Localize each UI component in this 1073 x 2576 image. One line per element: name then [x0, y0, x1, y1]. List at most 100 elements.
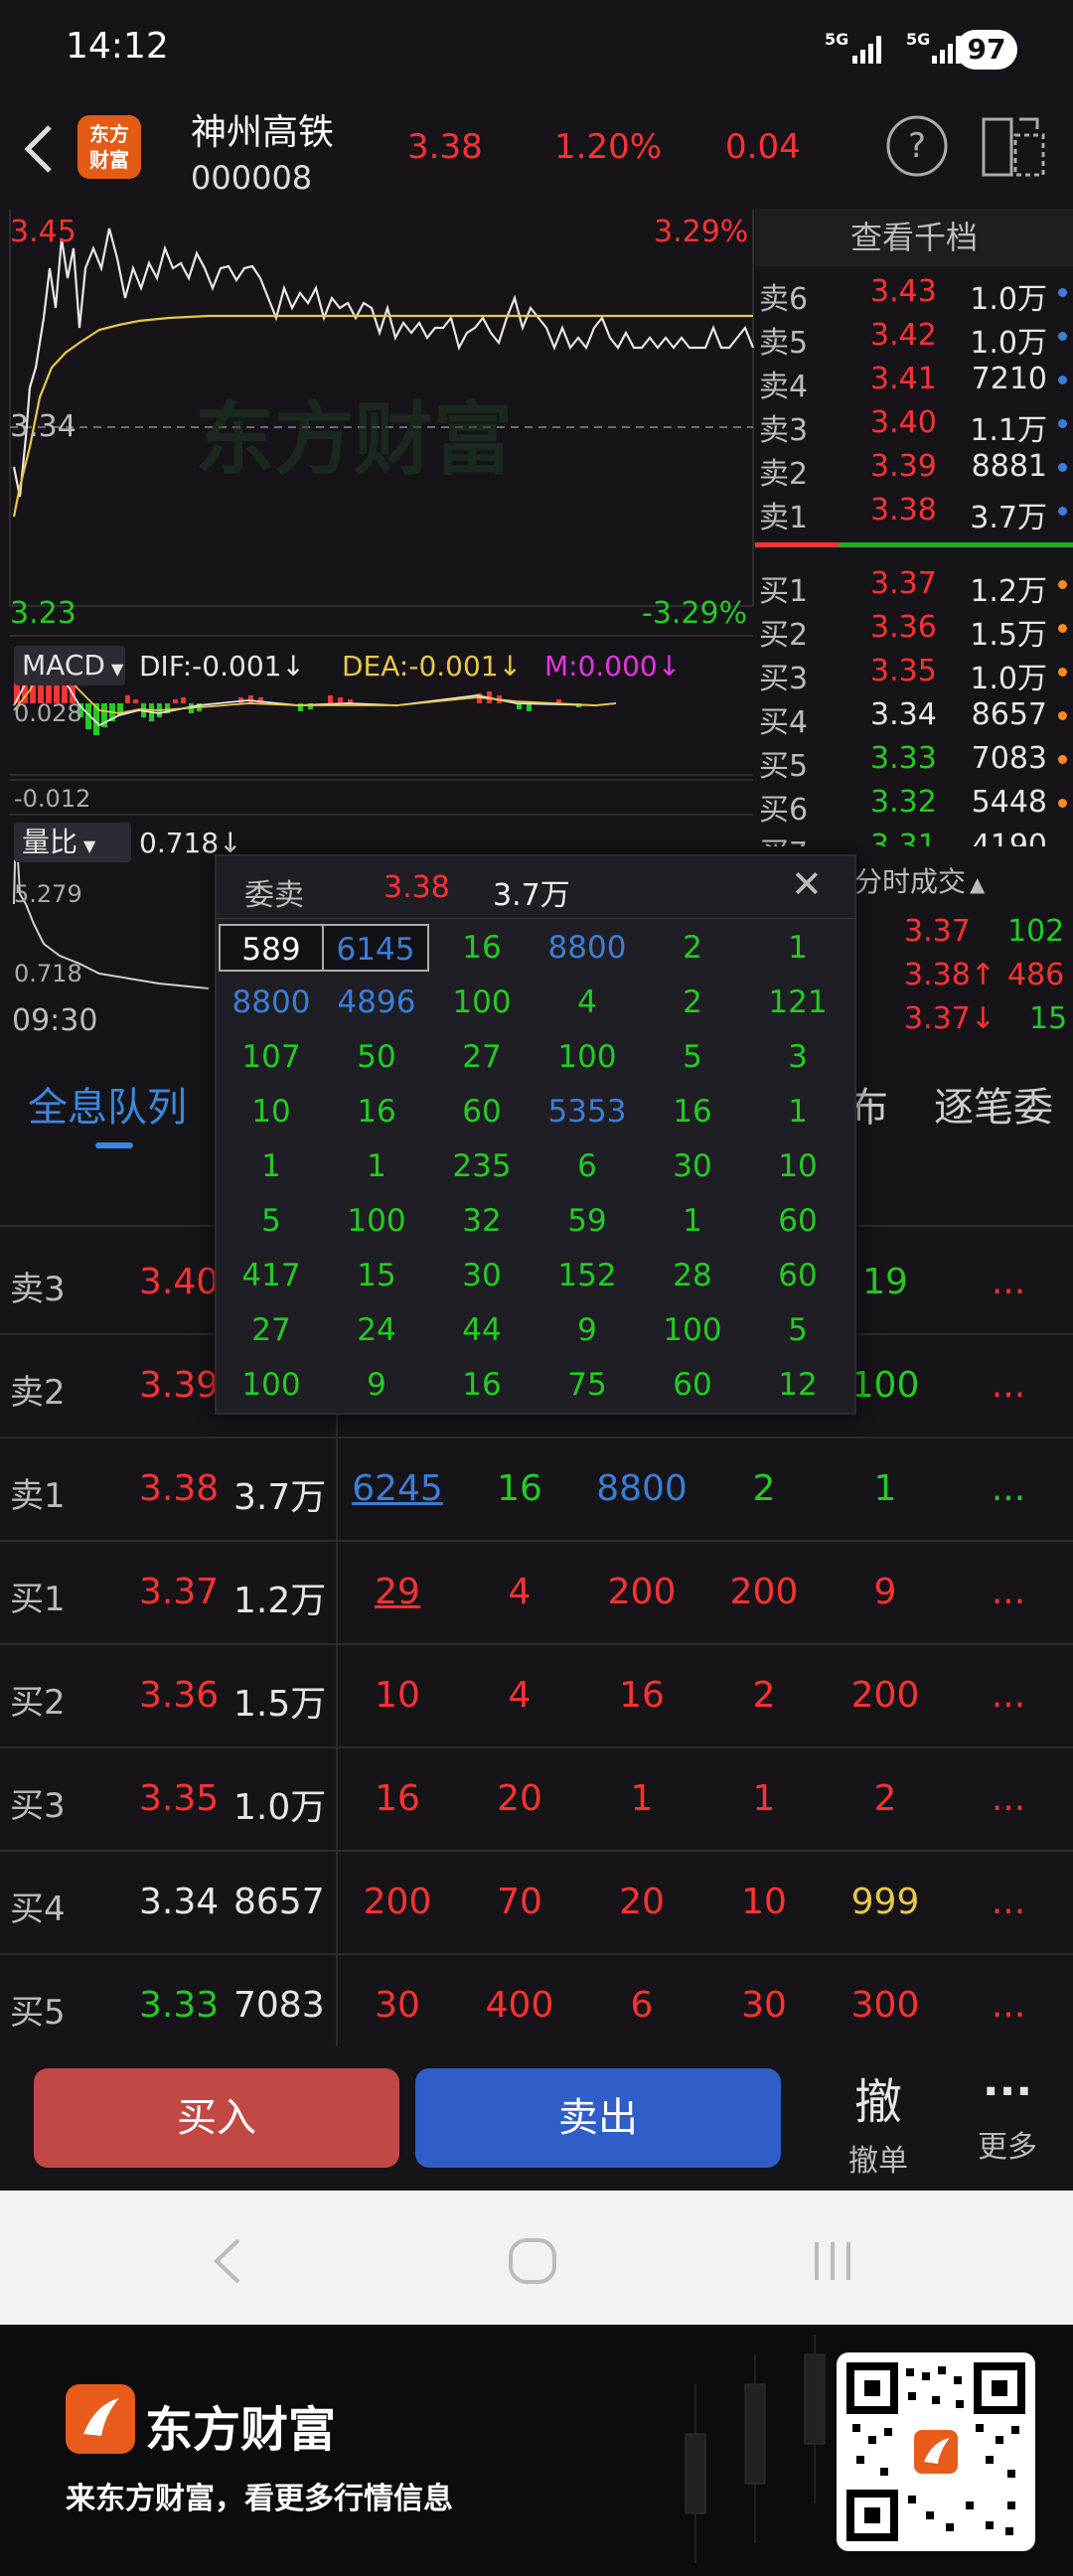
table-row[interactable]: 买4 3.34 8657 200 70 20 10 999 ... — [0, 1852, 1073, 1955]
popup-cell: 1 — [367, 1148, 386, 1184]
macd-bottom-value: -0.012 — [14, 785, 91, 813]
popup-cell: 3 — [788, 1039, 808, 1075]
dropdown-icon: ▼ — [83, 836, 96, 855]
bid-row[interactable]: 买1 3.37 1.2万 — [755, 562, 1073, 609]
popup-cell: 28 — [673, 1258, 712, 1293]
popup-cell: 5 — [683, 1039, 702, 1075]
tab-full-queue[interactable]: 全息队列 — [28, 1075, 187, 1133]
bid-row[interactable]: 买2 3.36 1.5万 — [755, 606, 1073, 653]
tick-vol: 15 — [1029, 1001, 1068, 1036]
stock-price: 3.38 — [407, 127, 483, 167]
popup-cell: 4 — [577, 985, 597, 1020]
cancel-label: 撤单 — [848, 2144, 908, 2179]
popup-cell: 1 — [683, 1203, 702, 1239]
tab-order-by-order[interactable]: 逐笔委 — [934, 1075, 1053, 1133]
more-button[interactable]: ··· 更多 — [952, 2062, 1063, 2182]
stock-code: 000008 — [191, 159, 313, 197]
stock-change-pct: 1.20% — [554, 127, 663, 167]
popup-cell: 152 — [557, 1258, 617, 1293]
volratio-selector[interactable]: 量比 ▼ — [14, 823, 131, 862]
bid-row[interactable]: 买6 3.32 5448 — [755, 781, 1073, 828]
bid-row[interactable]: 买73.314190 — [755, 825, 1073, 846]
table-row[interactable]: 买1 3.37 1.2万 29 4 200 200 9 ... — [0, 1542, 1073, 1645]
blue-dot-icon — [1058, 332, 1067, 341]
popup-title: 委卖 — [244, 878, 304, 913]
caret-up-icon: ▲ — [970, 872, 986, 896]
orange-dot-icon — [1058, 668, 1067, 677]
popup-cell: 10 — [778, 1148, 818, 1184]
chart-watermark: 东方财富 — [195, 393, 513, 486]
popup-cell: 107 — [241, 1039, 301, 1075]
tab-indicator — [95, 1142, 133, 1148]
ratio-bar-red — [755, 542, 839, 547]
popup-grid: 589 6145 16 8800 2 1 8800 4896 100 4 2 121 107 50 27 10… — [217, 922, 856, 1409]
ask-row[interactable]: 卖5 3.42 1.0万 — [755, 314, 1073, 361]
table-row[interactable]: 买3 3.35 1.0万 16 20 1 1 2 ... — [0, 1748, 1073, 1852]
blue-dot-icon — [1058, 419, 1067, 428]
popup-cell: 6145 — [324, 924, 429, 972]
popup-cell: 100 — [241, 1367, 301, 1403]
ask-row[interactable]: 卖6 3.43 1.0万 — [755, 270, 1073, 317]
nav-back-icon[interactable] — [209, 2234, 248, 2288]
popup-cell: 59 — [567, 1203, 607, 1239]
popup-cell: 15 — [357, 1258, 396, 1293]
ask-row[interactable]: 卖4 3.41 7210 — [755, 358, 1073, 404]
chart-low-price: 3.23 — [10, 596, 77, 631]
popup-cell: 2 — [683, 985, 702, 1020]
ask-row[interactable]: 卖1 3.38 3.7万 — [755, 489, 1073, 535]
table-row[interactable]: 买5 3.33 7083 30 400 6 30 300 ... — [0, 1955, 1073, 2046]
blue-dot-icon — [1058, 507, 1067, 516]
popup-cell: 100 — [347, 1203, 406, 1239]
bid-row[interactable]: 买4 3.34 8657 — [755, 693, 1073, 740]
popup-cell: 100 — [557, 1039, 617, 1075]
ask-row[interactable]: 卖3 3.40 1.1万 — [755, 401, 1073, 448]
ticks-title[interactable]: 分时成交 ▲ — [854, 860, 985, 900]
cancel-order-button[interactable]: 撤 撤单 — [823, 2062, 934, 2182]
orange-dot-icon — [1058, 755, 1067, 764]
tick-price: 3.38↑ — [904, 958, 996, 992]
ratio-bar-green — [839, 542, 1073, 547]
sell-queue-popup: 委卖 3.38 3.7万 ✕ 589 6145 16 8800 2 1 8800 4896 10… — [215, 854, 856, 1415]
macd-dif: DIF:-0.001↓ — [139, 650, 305, 682]
volratio-label: 量比 — [22, 826, 78, 858]
tick-vol: 102 — [1007, 914, 1065, 949]
chart-high-pct: 3.29% — [654, 215, 749, 249]
popup-cell: 60 — [673, 1367, 712, 1403]
back-arrow-icon[interactable] — [20, 119, 60, 179]
vr-bottom-value: 0.718 — [14, 960, 82, 987]
stock-change: 0.04 — [725, 127, 801, 167]
svg-text:?: ? — [908, 126, 926, 166]
chart-mid-price: 3.34 — [10, 409, 77, 444]
popup-cell: 1 — [788, 1094, 808, 1130]
signal-label-1: 5G — [825, 30, 849, 49]
switch-layout-icon[interactable] — [980, 113, 1049, 179]
popup-cell: 8800 — [547, 930, 627, 966]
nav-recents-icon[interactable] — [807, 2234, 862, 2288]
table-row[interactable]: 卖1 3.38 3.7万 6245 16 8800 2 1 ... — [0, 1439, 1073, 1542]
popup-cell: 12 — [778, 1367, 818, 1403]
close-icon[interactable]: ✕ — [791, 862, 823, 906]
popup-cell: 60 — [778, 1203, 818, 1239]
bid-row[interactable]: 买3 3.35 1.0万 — [755, 650, 1073, 696]
popup-cell: 16 — [462, 1367, 502, 1403]
table-row[interactable]: 买2 3.36 1.5万 10 4 16 2 200 ... — [0, 1645, 1073, 1748]
help-icon[interactable]: ? — [884, 113, 950, 179]
bid-row[interactable]: 买5 3.33 7083 — [755, 737, 1073, 784]
popup-cell: 60 — [778, 1258, 818, 1293]
qr-code — [837, 2352, 1035, 2551]
sell-button[interactable]: 卖出 — [415, 2068, 781, 2168]
ask-row[interactable]: 卖2 3.39 8881 — [755, 445, 1073, 492]
blue-dot-icon — [1058, 376, 1067, 384]
popup-volume: 3.7万 — [493, 878, 570, 913]
orange-dot-icon — [1058, 799, 1067, 808]
signal-label-2: 5G — [906, 30, 931, 49]
tick-price: 3.37↓ — [904, 1001, 996, 1036]
popup-cell: 75 — [567, 1367, 607, 1403]
nav-home-icon[interactable] — [505, 2234, 560, 2288]
macd-selector[interactable]: MACD ▼ — [14, 646, 125, 685]
promo-footer: 东方财富 来东方财富，看更多行情信息 — [0, 2325, 1073, 2576]
status-time: 14:12 — [66, 26, 169, 67]
view-thousand-levels-button[interactable]: 查看千档 — [755, 209, 1073, 266]
buy-button[interactable]: 买入 — [34, 2068, 399, 2168]
popup-cell: 6 — [577, 1148, 597, 1184]
